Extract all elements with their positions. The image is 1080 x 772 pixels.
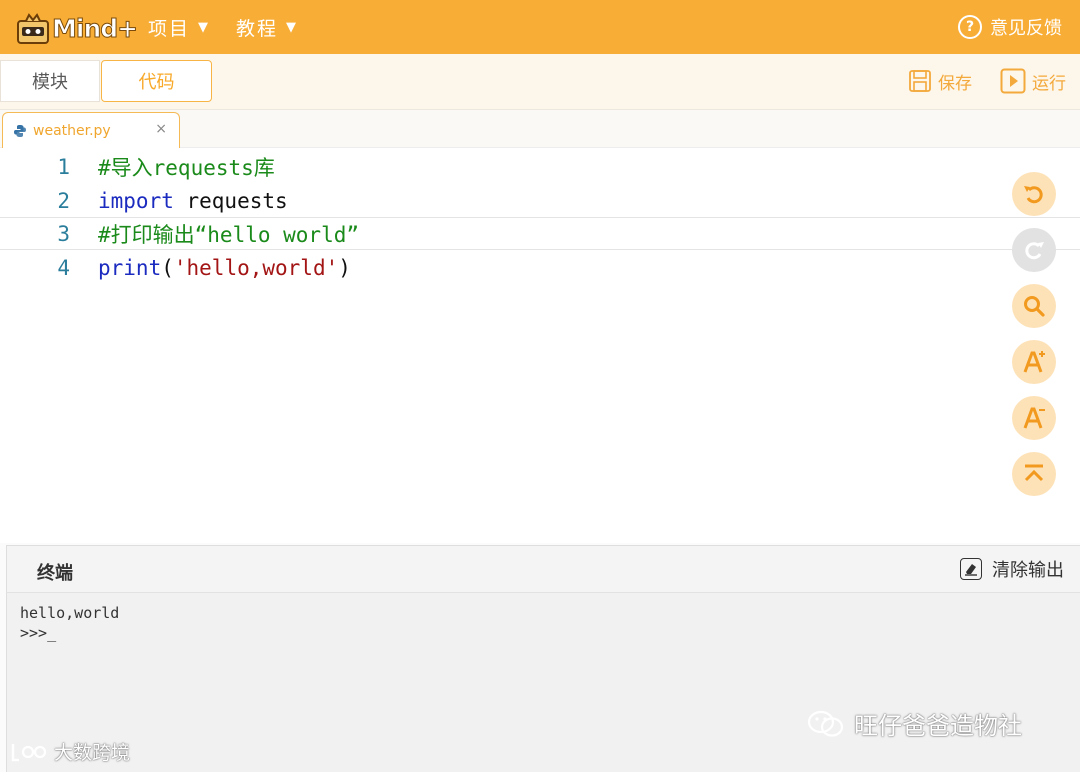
tab-blocks[interactable]: 模块 (0, 60, 100, 102)
tab-blocks-label: 模块 (32, 72, 68, 93)
save-button[interactable]: 保存 (908, 64, 972, 98)
code-text: print('hello,world') (98, 256, 351, 280)
brand-logo-icon (11, 743, 47, 761)
feedback-label: 意见反馈 (990, 18, 1062, 39)
robot-logo-icon (16, 13, 50, 44)
code-text: #打印输出“hello world” (98, 219, 359, 249)
identifier-token: requests (173, 188, 288, 213)
menu-tutorial-label: 教程 (236, 17, 279, 40)
file-tab-label: weather.py (33, 122, 111, 139)
terminal-header: 终端 清除输出 (6, 545, 1080, 593)
scroll-top-icon (1024, 464, 1044, 482)
font-decrease-button[interactable] (1012, 396, 1056, 440)
line-number: 1 (57, 154, 70, 179)
scroll-top-button[interactable] (1012, 452, 1056, 496)
close-icon[interactable]: × (155, 121, 167, 137)
search-icon (1024, 296, 1045, 317)
run-label: 运行 (1032, 73, 1066, 94)
search-button[interactable] (1012, 284, 1056, 328)
font-decrease-icon (1023, 407, 1045, 429)
watermark-wechat: 旺仔爸爸造物社 (806, 706, 1022, 741)
line-number: 3 (57, 221, 70, 246)
code-line: 4 print('hello,world') (0, 251, 1080, 284)
code-line: 2 import requests (0, 184, 1080, 217)
terminal-line: hello,world (20, 604, 120, 622)
eraser-icon (960, 558, 982, 580)
help-icon: ? (958, 15, 982, 39)
feedback-button[interactable]: ? 意见反馈 (958, 0, 1062, 54)
python-file-icon (14, 124, 26, 137)
caret-down-icon: ▼ (198, 19, 211, 35)
terminal-prompt: >>>_ (20, 624, 57, 642)
app-logo[interactable]: Mind+ (16, 10, 139, 46)
terminal-output[interactable]: hello,world >>>_ (6, 593, 1080, 772)
punct-token: ( (161, 255, 174, 280)
watermark-text: 大数跨境 (54, 742, 131, 764)
file-tab-weather[interactable]: weather.py × (2, 112, 180, 148)
clear-output-button[interactable]: 清除输出 (960, 556, 1064, 582)
comment-token: #打印输出“hello world” (98, 222, 360, 247)
file-tab-bar: weather.py × (0, 110, 1080, 148)
code-text: #导入requests库 (98, 152, 275, 182)
keyword-token: import (98, 188, 174, 213)
play-icon (1000, 68, 1026, 94)
menu-project[interactable]: 项目 ▼ (148, 0, 210, 54)
string-token: 'hello,world' (173, 255, 339, 280)
font-increase-icon (1023, 351, 1045, 373)
code-text: import requests (98, 189, 288, 213)
keyword-token: print (98, 255, 162, 280)
font-increase-button[interactable] (1012, 340, 1056, 384)
clear-output-label: 清除输出 (992, 560, 1064, 581)
terminal-title: 终端 (37, 563, 73, 584)
save-label: 保存 (938, 73, 972, 94)
line-number: 4 (57, 255, 70, 280)
menu-project-label: 项目 (148, 17, 191, 40)
redo-button[interactable] (1012, 228, 1056, 272)
tab-code-label: 代码 (138, 72, 175, 93)
undo-button[interactable] (1012, 172, 1056, 216)
top-bar: Mind+ 项目 ▼ 教程 ▼ ? 意见反馈 (0, 0, 1080, 54)
comment-token: #导入requests库 (98, 155, 275, 180)
line-number: 2 (57, 188, 70, 213)
code-line: 1 #导入requests库 (0, 150, 1080, 183)
mode-toolbar: 模块 代码 保存 运行 (0, 54, 1080, 110)
code-editor[interactable]: 1 #导入requests库 2 import requests 3 #打印输出… (0, 148, 1080, 543)
wechat-icon (807, 710, 844, 737)
save-icon (909, 70, 931, 92)
menu-tutorial[interactable]: 教程 ▼ (236, 0, 298, 54)
logo-text: Mind+ (51, 13, 138, 43)
run-button[interactable]: 运行 (1000, 64, 1066, 98)
tab-code[interactable]: 代码 (101, 60, 212, 102)
caret-down-icon: ▼ (286, 19, 299, 35)
watermark-brand: 大数跨境 (10, 738, 130, 765)
punct-token: ) (338, 255, 351, 280)
redo-icon (1025, 242, 1044, 260)
watermark-text: 旺仔爸爸造物社 (854, 712, 1022, 740)
undo-icon (1024, 186, 1043, 204)
code-line-active: 3 #打印输出“hello world” (0, 217, 1080, 250)
